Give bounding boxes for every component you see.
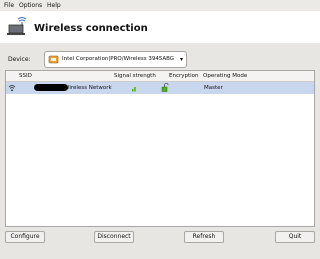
header-banner: Wireless connection [0,11,320,43]
configure-button[interactable]: Configure [5,231,45,243]
device-selected-value: Intel Corporation|PRO/Wireless 3945ABG [62,56,175,62]
device-select[interactable]: Intel Corporation|PRO/Wireless 3945ABG ▾ [44,51,187,68]
column-operating-mode[interactable]: Operating Mode [203,73,247,79]
page-title: Wireless connection [34,23,148,34]
network-table[interactable]: SSID Signal strength Encryption Operatin… [5,70,315,227]
menu-help[interactable]: Help [47,2,61,9]
column-signal-strength[interactable]: Signal strength [114,73,156,79]
refresh-button[interactable]: Refresh [184,231,224,243]
menu-file[interactable]: File [4,2,14,9]
menu-options[interactable]: Options [19,2,42,9]
menu-bar: File Options Help [0,0,320,11]
redacted-ssid [34,84,68,91]
column-encryption[interactable]: Encryption [169,73,199,79]
table-header: SSID Signal strength Encryption Operatin… [6,71,314,82]
unlocked-encryption-icon [161,83,169,92]
disconnect-button[interactable]: Disconnect [94,231,134,243]
device-label: Device: [8,56,31,63]
wireless-network-icon [8,85,16,92]
network-card-icon [48,55,59,64]
quit-button[interactable]: Quit [275,231,315,243]
operating-mode-cell: Master [204,85,223,91]
wireless-laptop-icon [7,17,27,35]
table-row[interactable]: Wireless Network Master [6,82,314,94]
chevron-down-icon: ▾ [179,56,183,63]
signal-strength-icon [132,85,138,92]
column-ssid[interactable]: SSID [19,73,32,79]
ssid-cell: Wireless Network [64,85,112,91]
